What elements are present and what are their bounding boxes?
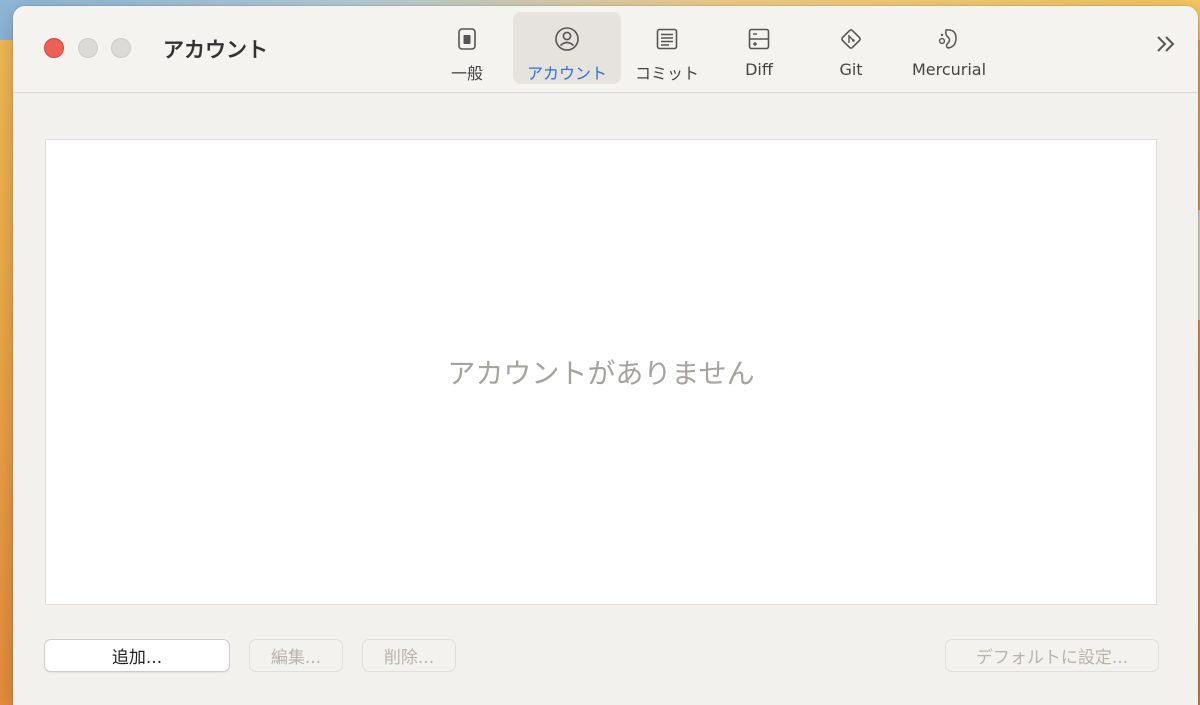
accounts-list[interactable]: アカウントがありません bbox=[45, 139, 1157, 605]
plus-minus-doc-icon bbox=[746, 26, 772, 52]
tab-commit-label: コミット bbox=[634, 64, 699, 83]
double-chevron-right-icon bbox=[1157, 36, 1175, 52]
git-diamond-icon bbox=[838, 26, 864, 52]
window-title: アカウント bbox=[163, 38, 268, 62]
tab-accounts-label: アカウント bbox=[526, 64, 607, 83]
toolbar-overflow-button[interactable] bbox=[1152, 30, 1180, 58]
tab-git-label: Git bbox=[839, 60, 863, 79]
set-default-button[interactable]: デフォルトに設定... bbox=[945, 639, 1159, 672]
add-account-button[interactable]: 追加... bbox=[44, 639, 230, 672]
tab-general-label: 一般 bbox=[450, 64, 483, 83]
tab-diff-label: Diff bbox=[745, 60, 773, 79]
tab-mercurial-label: Mercurial bbox=[911, 60, 987, 79]
zoom-window-button[interactable] bbox=[111, 38, 131, 58]
tab-commit[interactable]: コミット bbox=[621, 12, 713, 84]
delete-account-button[interactable]: 削除... bbox=[362, 639, 456, 672]
document-lines-icon bbox=[654, 26, 680, 52]
close-window-button[interactable] bbox=[44, 38, 64, 58]
title-bar: アカウント 一般 アカウント コミット Diff Git Mercurial bbox=[13, 6, 1198, 93]
tab-git[interactable]: Git bbox=[805, 12, 897, 84]
minimize-window-button[interactable] bbox=[78, 38, 98, 58]
switch-icon bbox=[454, 26, 480, 52]
edit-account-button[interactable]: 編集... bbox=[249, 639, 343, 672]
mercurial-icon bbox=[936, 26, 962, 52]
preferences-toolbar: 一般 アカウント コミット Diff Git Mercurial bbox=[421, 12, 1001, 86]
person-circle-icon bbox=[554, 26, 580, 52]
tab-mercurial[interactable]: Mercurial bbox=[897, 12, 1001, 84]
tab-general[interactable]: 一般 bbox=[421, 12, 513, 84]
empty-state-message: アカウントがありません bbox=[447, 357, 755, 390]
preferences-window: アカウント 一般 アカウント コミット Diff Git Mercurial ア… bbox=[13, 6, 1198, 705]
tab-accounts[interactable]: アカウント bbox=[513, 12, 621, 84]
tab-diff[interactable]: Diff bbox=[713, 12, 805, 84]
